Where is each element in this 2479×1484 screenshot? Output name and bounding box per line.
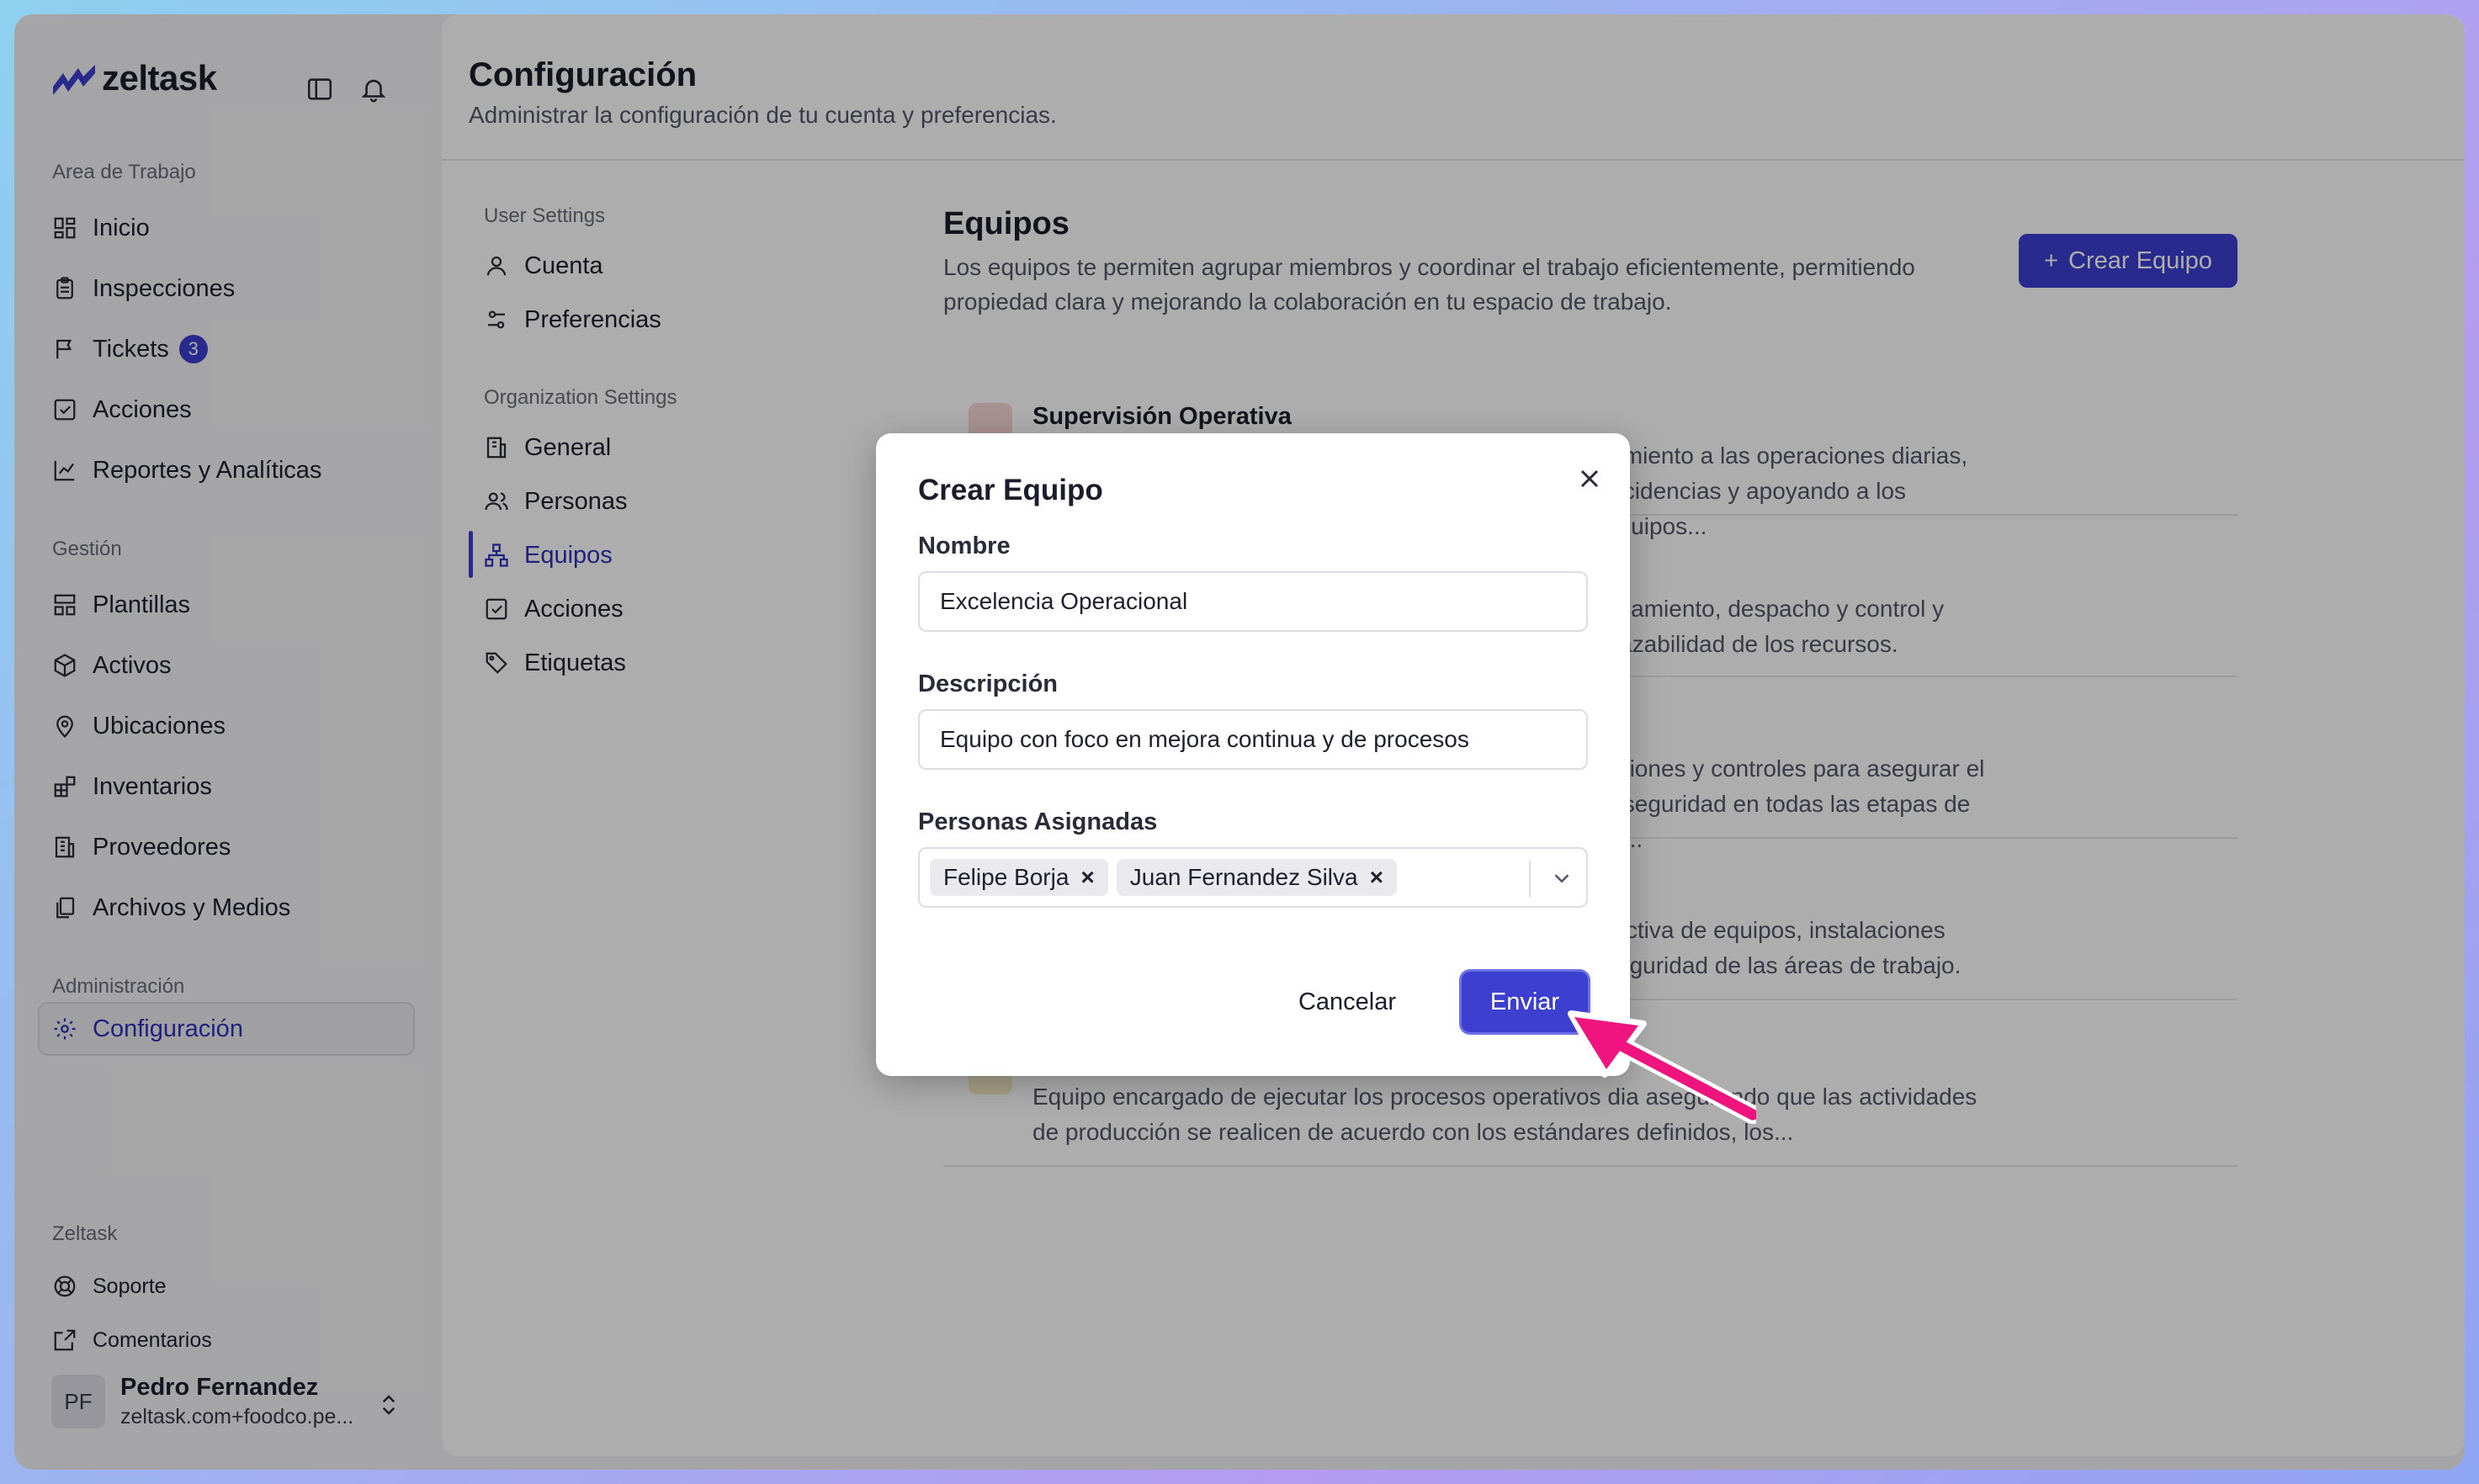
- person-chip: Juan Fernandez Silva ×: [1116, 859, 1397, 896]
- description-field[interactable]: Equipo con foco en mejora continua y de …: [918, 709, 1588, 770]
- chip-label: Juan Fernandez Silva: [1129, 864, 1358, 890]
- chevron-down-icon[interactable]: [1549, 866, 1574, 891]
- chip-remove-icon[interactable]: ×: [1370, 864, 1383, 891]
- chip-remove-icon[interactable]: ×: [1080, 864, 1094, 891]
- modal-title: Crear Equipo: [918, 474, 1103, 506]
- chip-label: Felipe Borja: [943, 864, 1070, 890]
- close-icon[interactable]: [1574, 464, 1605, 494]
- description-field-value: Equipo con foco en mejora continua y de …: [940, 726, 1469, 752]
- name-label: Nombre: [918, 533, 1011, 559]
- people-label: Personas Asignadas: [918, 808, 1158, 835]
- name-field[interactable]: Excelencia Operacional: [918, 571, 1588, 632]
- person-chip: Felipe Borja ×: [930, 859, 1108, 896]
- pointer-arrow-icon: [1568, 1010, 1756, 1124]
- create-team-modal: Crear Equipo Nombre Excelencia Operacion…: [876, 433, 1630, 1076]
- cancel-button[interactable]: Cancelar: [1280, 972, 1415, 1032]
- multiselect-divider: [1529, 861, 1531, 898]
- name-field-value: Excelencia Operacional: [940, 588, 1188, 614]
- people-multiselect[interactable]: Felipe Borja × Juan Fernandez Silva ×: [918, 847, 1588, 908]
- description-label: Descripción: [918, 670, 1058, 697]
- app-window: zeltask Area de Trabajo Inicio Inspeccio…: [14, 14, 2465, 1470]
